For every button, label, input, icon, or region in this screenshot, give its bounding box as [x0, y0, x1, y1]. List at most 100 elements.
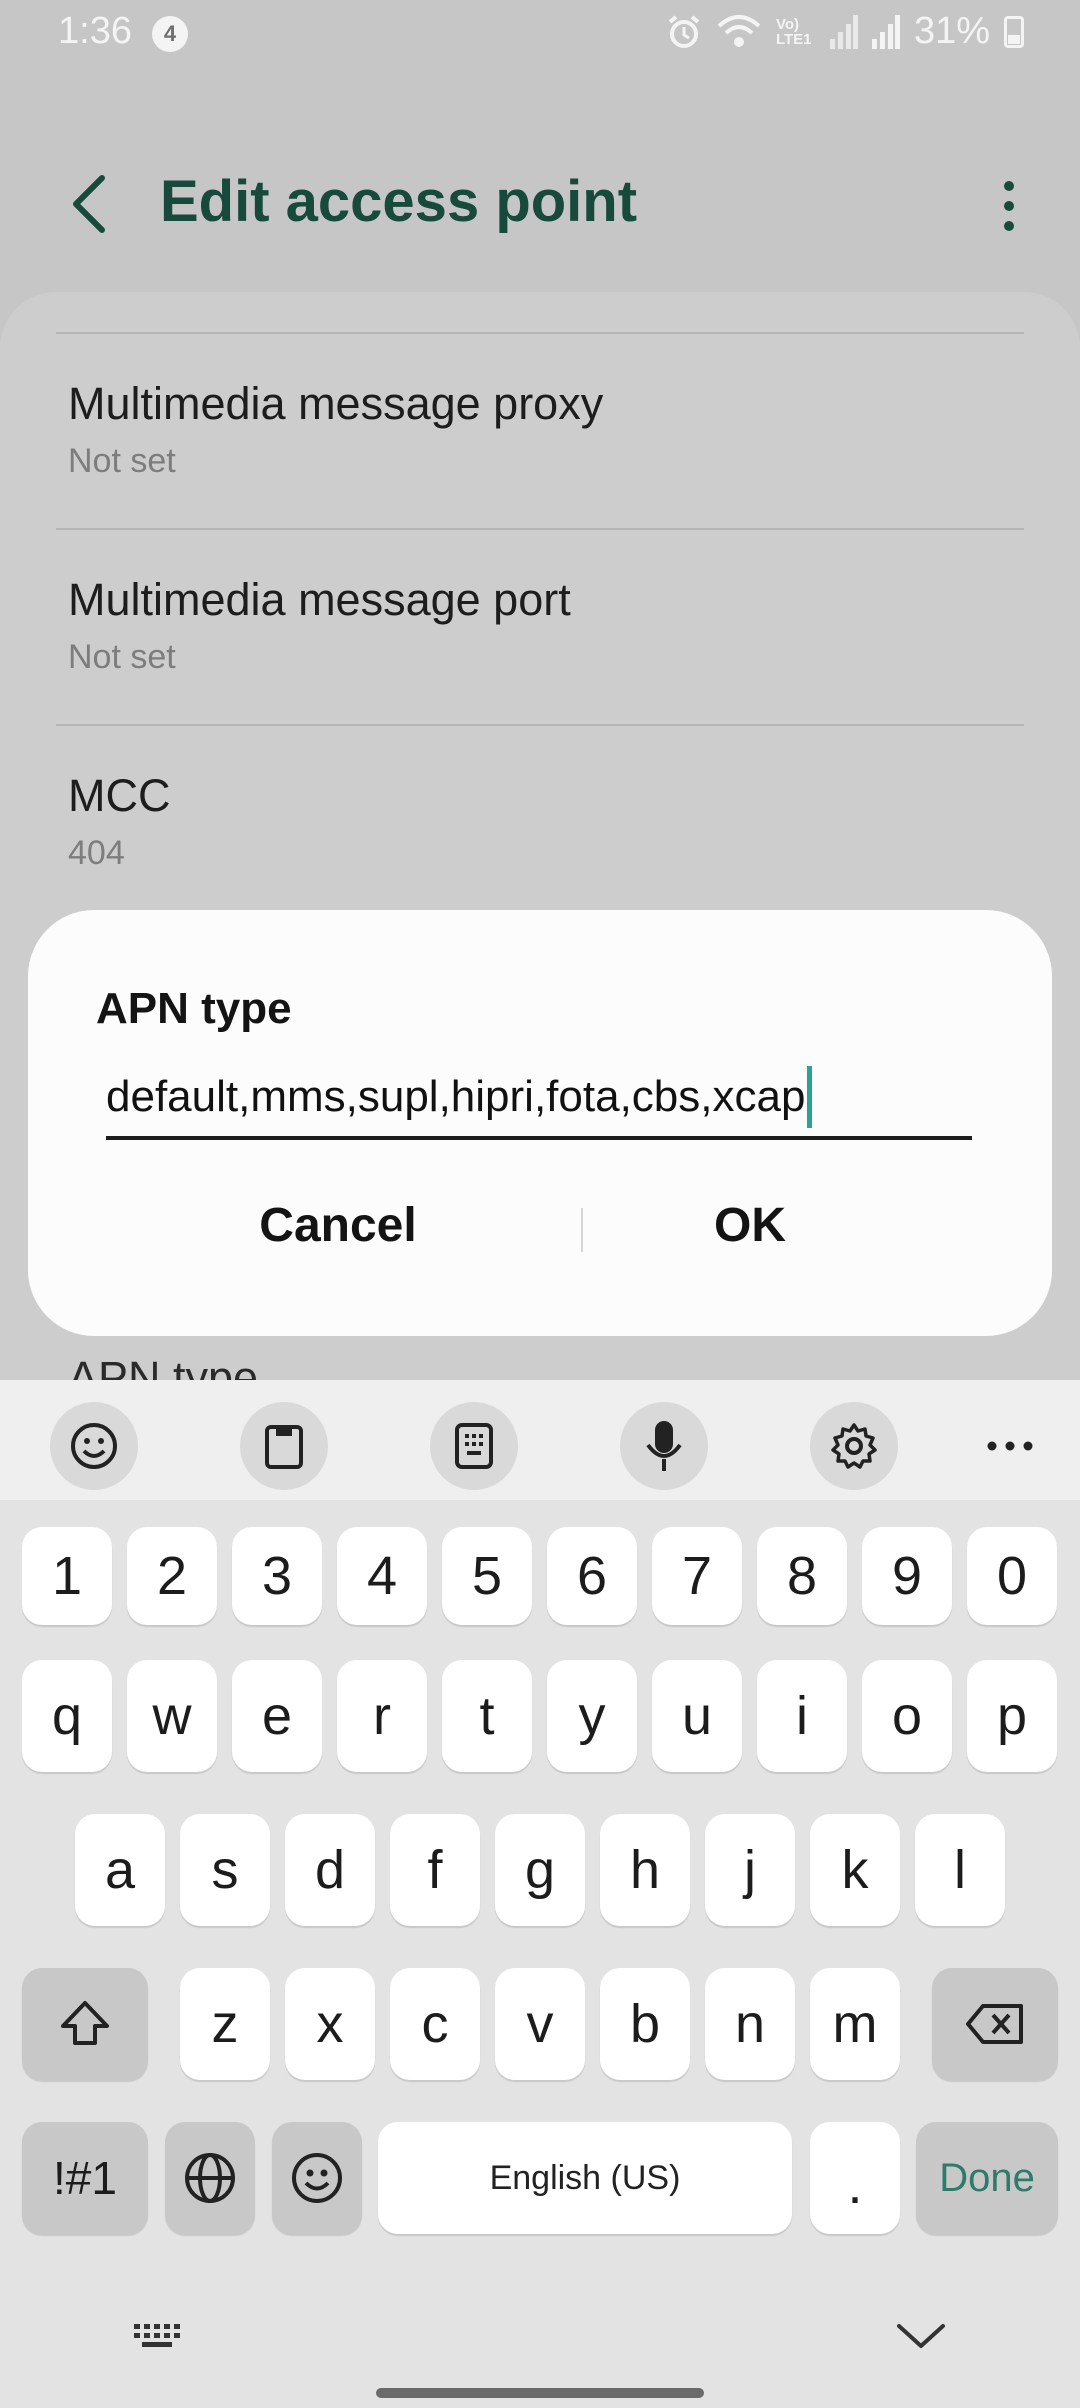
keypad-icon: [455, 1423, 493, 1469]
key-3[interactable]: 3: [232, 1527, 322, 1625]
key-7[interactable]: 7: [652, 1527, 742, 1625]
key-e[interactable]: e: [232, 1660, 322, 1772]
cancel-button[interactable]: Cancel: [138, 1170, 538, 1280]
key-4[interactable]: 4: [337, 1527, 427, 1625]
key-k[interactable]: k: [810, 1814, 900, 1926]
button-divider: [581, 1208, 583, 1252]
backspace-key[interactable]: [932, 1968, 1058, 2080]
shift-key[interactable]: [22, 1968, 148, 2080]
apn-type-input-value[interactable]: default,mms,supl,hipri,fota,cbs,xcap: [106, 1072, 805, 1122]
emoji-icon: [71, 1423, 117, 1469]
signal-icon: [871, 14, 900, 49]
key-s[interactable]: s: [180, 1814, 270, 1926]
key-w[interactable]: w: [127, 1660, 217, 1772]
microphone-icon: [646, 1421, 682, 1471]
more-vertical-icon: [1004, 181, 1014, 231]
wifi-icon: [717, 14, 761, 47]
symbols-key[interactable]: !#1: [22, 2122, 148, 2234]
clipboard-icon: [265, 1425, 303, 1469]
key-j[interactable]: j: [705, 1814, 795, 1926]
key-z[interactable]: z: [180, 1968, 270, 2080]
dialog-title: APN type: [96, 984, 292, 1033]
volte-icon: Vo) LTE1: [775, 15, 812, 48]
key-b[interactable]: b: [600, 1968, 690, 2080]
emoji-key[interactable]: [272, 2122, 362, 2234]
key-6[interactable]: 6: [547, 1527, 637, 1625]
key-1[interactable]: 1: [22, 1527, 112, 1625]
keyboard-nav-bar: [0, 2290, 1080, 2408]
key-g[interactable]: g: [495, 1814, 585, 1926]
period-key[interactable]: .: [810, 2122, 900, 2234]
key-c[interactable]: c: [390, 1968, 480, 2080]
chevron-down-icon: [897, 2324, 945, 2348]
key-t[interactable]: t: [442, 1660, 532, 1772]
apn-type-input[interactable]: default,mms,supl,hipri,fota,cbs,xcap: [106, 1058, 972, 1140]
key-8[interactable]: 8: [757, 1527, 847, 1625]
chevron-left-icon: [73, 175, 105, 233]
keyboard-settings-button[interactable]: [810, 1402, 898, 1490]
emoji-button[interactable]: [50, 1402, 138, 1490]
setting-mcc[interactable]: MCC 404: [68, 770, 1008, 873]
setting-title: Multimedia message port: [68, 574, 571, 625]
clipboard-button[interactable]: [240, 1402, 328, 1490]
setting-title: MCC: [68, 770, 171, 821]
key-o[interactable]: o: [862, 1660, 952, 1772]
language-key[interactable]: [165, 2122, 255, 2234]
key-f[interactable]: f: [390, 1814, 480, 1926]
backspace-icon: [966, 2004, 1023, 2044]
toolbar-more-button[interactable]: [966, 1402, 1054, 1490]
space-key[interactable]: English (US): [378, 2122, 792, 2234]
alarm-icon: [668, 14, 700, 48]
dialog-actions: Cancel OK: [28, 1170, 1052, 1280]
key-y[interactable]: y: [547, 1660, 637, 1772]
more-options-button[interactable]: [994, 178, 1024, 234]
setting-title: Multimedia message proxy: [68, 378, 604, 429]
key-u[interactable]: u: [652, 1660, 742, 1772]
key-m[interactable]: m: [810, 1968, 900, 2080]
keyboard: 1 2 3 4 5 6 7 8 9 0 q w e r t y u i o p …: [0, 1380, 1080, 2408]
key-d[interactable]: d: [285, 1814, 375, 1926]
text-caret: [807, 1066, 813, 1128]
hide-keyboard-button[interactable]: [895, 2320, 947, 2355]
apn-type-dialog: APN type default,mms,supl,hipri,fota,cbs…: [28, 910, 1052, 1336]
home-handle[interactable]: [376, 2388, 704, 2398]
setting-mms-proxy[interactable]: Multimedia message proxy Not set: [68, 378, 1008, 481]
keyboard-switch-button[interactable]: [132, 2322, 186, 2357]
key-x[interactable]: x: [285, 1968, 375, 2080]
key-a[interactable]: a: [75, 1814, 165, 1926]
key-i[interactable]: i: [757, 1660, 847, 1772]
divider: [56, 332, 1024, 334]
signal-icon: [829, 14, 858, 49]
keyboard-toolbar: [0, 1380, 1080, 1500]
app-bar: Edit access point: [0, 150, 1080, 260]
settings-icon: [831, 1423, 877, 1469]
key-q[interactable]: q: [22, 1660, 112, 1772]
keyboard-switch-icon: [134, 2324, 180, 2347]
ok-button[interactable]: OK: [550, 1170, 950, 1280]
battery-icon: [1004, 15, 1024, 48]
voice-input-button[interactable]: [620, 1402, 708, 1490]
key-p[interactable]: p: [967, 1660, 1057, 1772]
done-key[interactable]: Done: [916, 2122, 1058, 2234]
status-bar: 1:36 4 Vo) LTE1 31%: [0, 0, 1080, 70]
setting-value: Not set: [68, 638, 176, 676]
setting-apn-type-peek[interactable]: APN type: [68, 1352, 258, 1380]
back-button[interactable]: [62, 172, 122, 236]
setting-value: 404: [68, 834, 125, 872]
key-r[interactable]: r: [337, 1660, 427, 1772]
key-h[interactable]: h: [600, 1814, 690, 1926]
more-horizontal-icon: [987, 1441, 1033, 1451]
key-9[interactable]: 9: [862, 1527, 952, 1625]
key-5[interactable]: 5: [442, 1527, 532, 1625]
keypad-button[interactable]: [430, 1402, 518, 1490]
key-v[interactable]: v: [495, 1968, 585, 2080]
divider: [56, 528, 1024, 530]
key-0[interactable]: 0: [967, 1527, 1057, 1625]
battery-percentage: 31%: [913, 10, 990, 52]
shift-icon: [61, 2001, 109, 2045]
globe-icon: [185, 2153, 235, 2203]
key-2[interactable]: 2: [127, 1527, 217, 1625]
key-l[interactable]: l: [915, 1814, 1005, 1926]
key-n[interactable]: n: [705, 1968, 795, 2080]
setting-mms-port[interactable]: Multimedia message port Not set: [68, 574, 1008, 677]
